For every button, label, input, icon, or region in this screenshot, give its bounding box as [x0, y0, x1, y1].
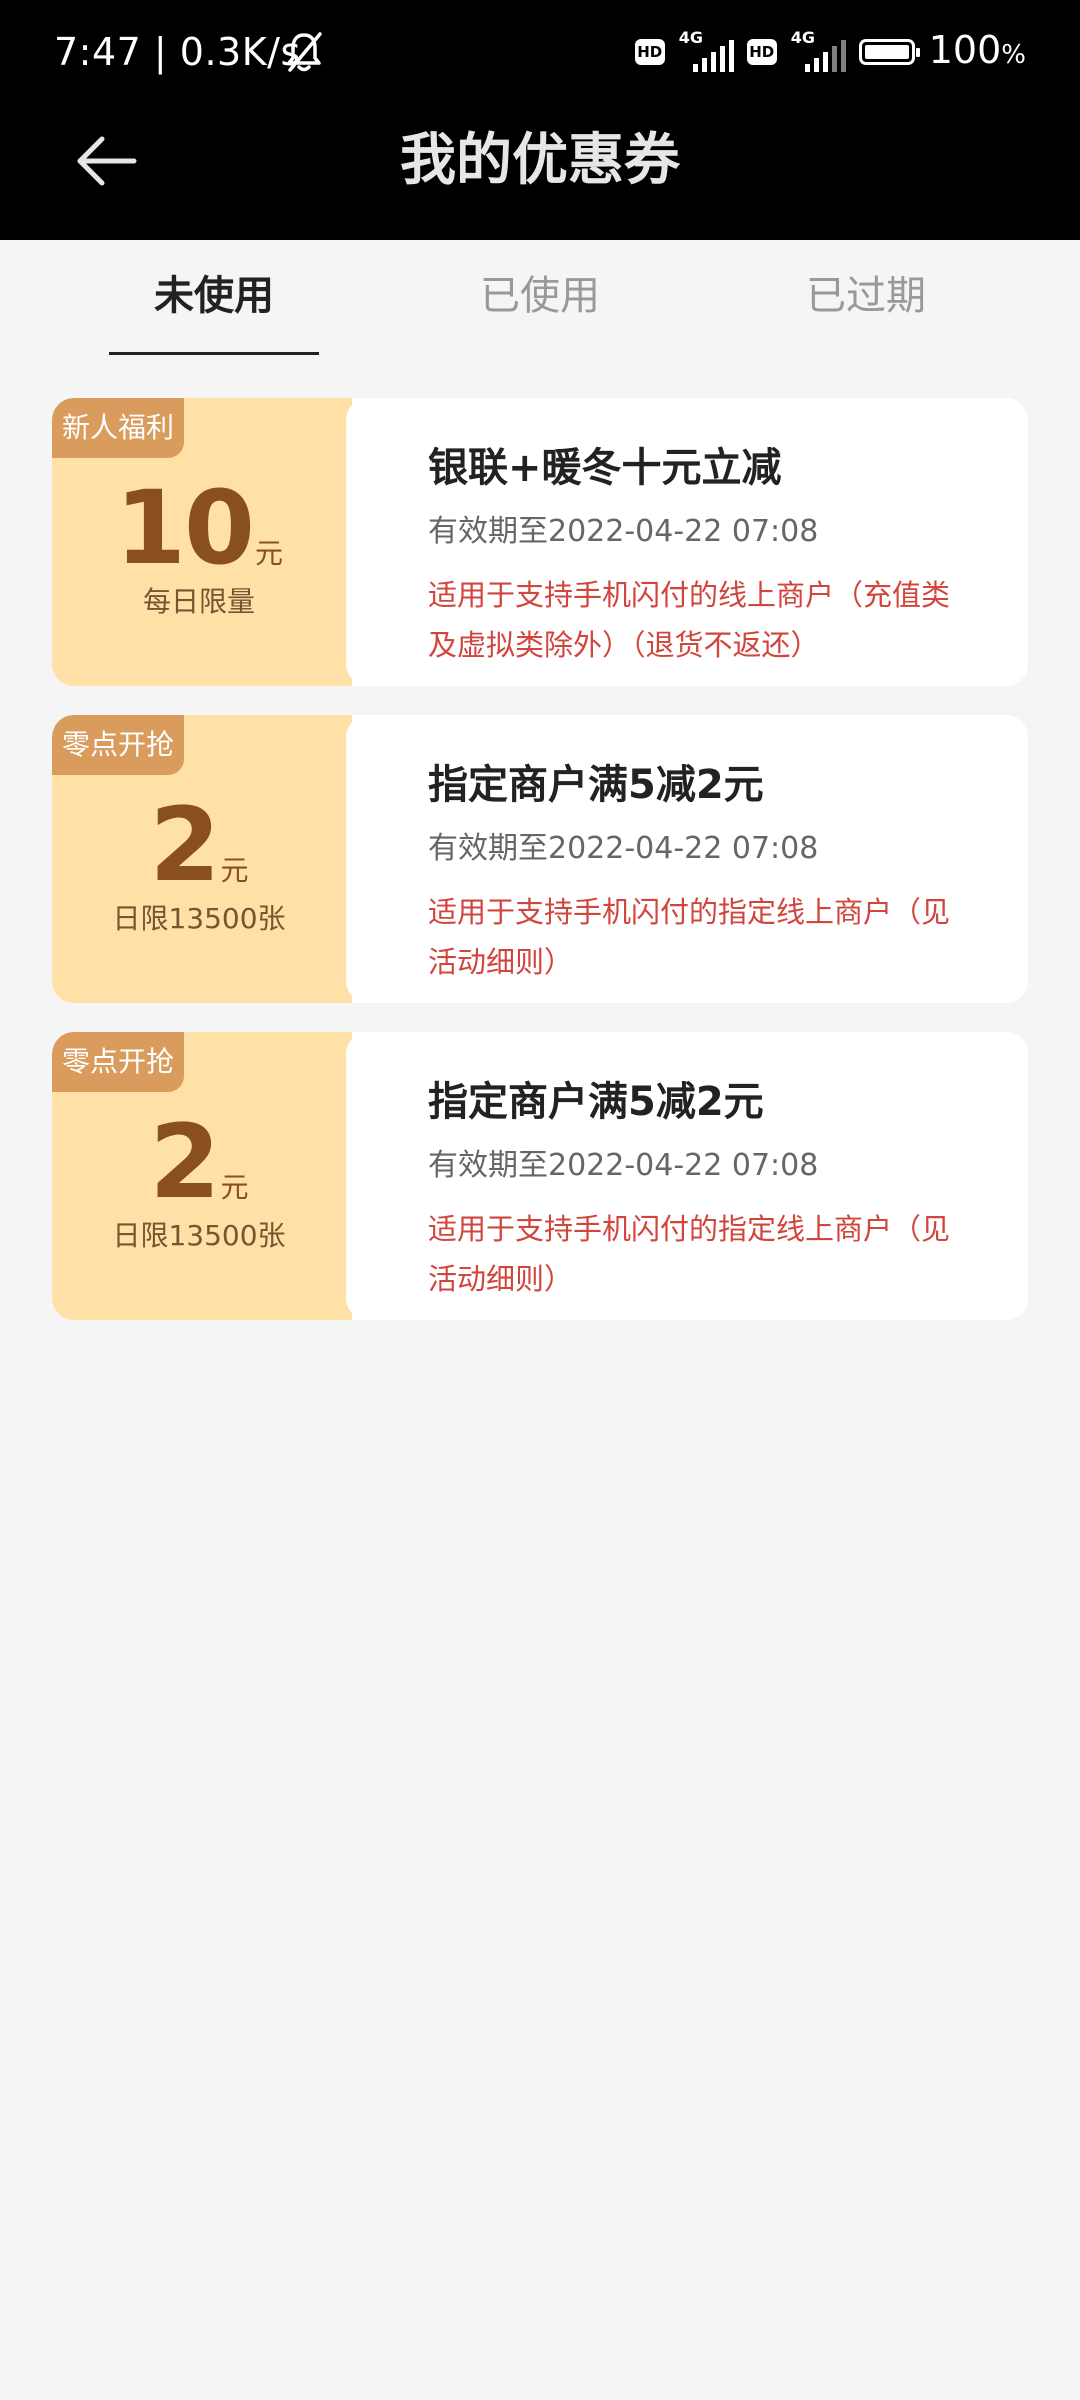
- coupon-description: 适用于支持手机闪付的指定线上商户（见活动细则）: [428, 895, 951, 979]
- coupon-title: 指定商户满5减2元: [428, 1079, 764, 1125]
- coupon-amount: 2元: [52, 791, 346, 901]
- tab-bar: 未使用 已使用 已过期: [0, 240, 1080, 360]
- coupon-card[interactable]: 零点开抢 2元 日限13500张 指定商户满5减2元 有效期至2022-04-2…: [52, 715, 1028, 1003]
- coupon-badge: 零点开抢: [52, 715, 185, 775]
- coupon-description: 适用于支持手机闪付的线上商户（充值类及虚拟类除外）（退货不返还）: [428, 578, 951, 662]
- battery-percent: 100%: [928, 27, 1026, 72]
- coupon-amount-value: 2: [149, 1103, 221, 1222]
- coupon-limit: 日限13500张: [112, 902, 286, 935]
- coupon-amount-unit: 元: [220, 854, 249, 887]
- coupon-amount-panel: 零点开抢 2元 日限13500张: [52, 715, 352, 1003]
- coupon-amount-panel: 零点开抢 2元 日限13500张: [52, 1032, 352, 1320]
- signal-icon-2: 4G: [791, 28, 846, 72]
- coupon-title: 指定商户满5减2元: [428, 762, 764, 808]
- tab-used[interactable]: 已使用: [430, 266, 650, 326]
- battery-icon: [858, 39, 920, 65]
- coupon-validity: 有效期至2022-04-22 07:08: [428, 1148, 819, 1183]
- bell-off-icon: [287, 32, 322, 72]
- coupon-badge: 新人福利: [52, 398, 185, 458]
- coupon-limit: 每日限量: [142, 585, 255, 618]
- page-title: 我的优惠券: [400, 128, 680, 193]
- coupon-description: 适用于支持手机闪付的指定线上商户（见活动细则）: [428, 1212, 951, 1296]
- coupon-amount-unit: 元: [220, 1171, 249, 1204]
- hd-icon-2: HD: [746, 39, 777, 65]
- coupon-amount-value: 10: [115, 469, 255, 588]
- tab-unused[interactable]: 未使用: [104, 266, 324, 326]
- coupon-amount: 10元: [52, 474, 346, 584]
- coupon-card[interactable]: 新人福利 10元 每日限量 银联+暖冬十元立减 有效期至2022-04-22 0…: [52, 398, 1028, 686]
- tab-expired[interactable]: 已过期: [756, 266, 976, 326]
- coupon-validity: 有效期至2022-04-22 07:08: [428, 514, 819, 549]
- coupon-badge: 零点开抢: [52, 1032, 185, 1092]
- coupon-limit: 日限13500张: [112, 1219, 286, 1252]
- status-icons: HD 4G HD 4G 100%: [634, 24, 1026, 80]
- coupon-amount: 2元: [52, 1108, 346, 1218]
- signal-icon-1: 4G: [679, 28, 734, 72]
- status-time-speed: 7:47 | 0.3K/s: [54, 30, 301, 74]
- coupon-title: 银联+暖冬十元立减: [428, 445, 782, 491]
- coupon-card[interactable]: 零点开抢 2元 日限13500张 指定商户满5减2元 有效期至2022-04-2…: [52, 1032, 1028, 1320]
- top-bar: 7:47 | 0.3K/s HD 4G HD 4G 100% 我的优惠券: [0, 0, 1080, 240]
- hd-icon: HD: [634, 39, 665, 65]
- coupon-amount-panel: 新人福利 10元 每日限量: [52, 398, 352, 686]
- coupon-validity: 有效期至2022-04-22 07:08: [428, 831, 819, 866]
- coupon-amount-unit: 元: [254, 537, 283, 570]
- coupon-amount-value: 2: [149, 786, 221, 905]
- tab-active-indicator: [109, 352, 319, 355]
